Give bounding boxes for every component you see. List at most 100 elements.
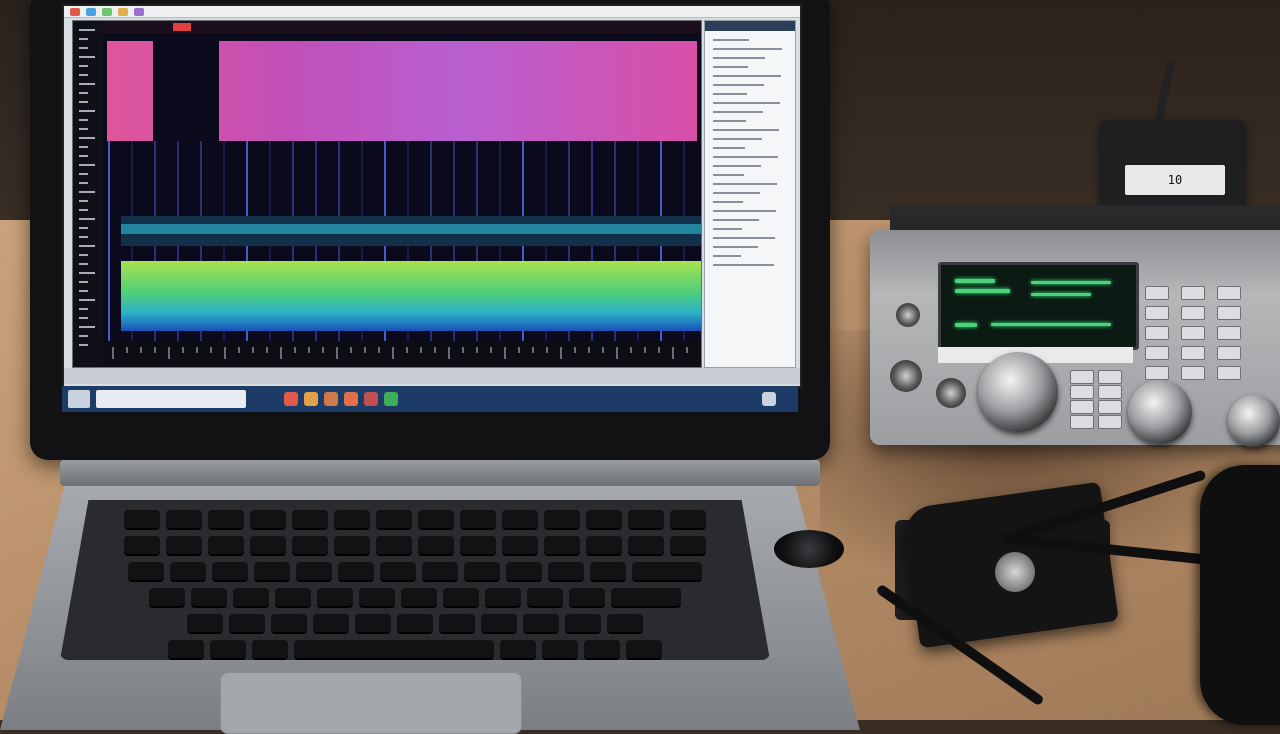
keyboard-key[interactable] <box>502 536 538 556</box>
keyboard-key[interactable] <box>149 588 185 608</box>
radio-button[interactable] <box>1181 366 1205 380</box>
keyboard-key[interactable] <box>443 588 479 608</box>
keyboard-key[interactable] <box>376 536 412 556</box>
keyboard-key[interactable] <box>439 614 475 634</box>
keyboard-key[interactable] <box>212 562 248 582</box>
keyboard-key[interactable] <box>359 588 395 608</box>
radio-button[interactable] <box>1098 385 1122 399</box>
keyboard-key[interactable] <box>464 562 500 582</box>
keyboard-key[interactable] <box>626 640 662 660</box>
keyboard-key[interactable] <box>170 562 206 582</box>
touchpad[interactable] <box>220 672 522 734</box>
keyboard-key[interactable] <box>418 510 454 530</box>
taskbar-search-field[interactable] <box>96 390 246 408</box>
keyboard-key[interactable] <box>191 588 227 608</box>
taskbar-app-icon[interactable] <box>304 392 318 406</box>
keyboard-key[interactable] <box>397 614 433 634</box>
settings-side-panel[interactable] <box>704 20 796 368</box>
radio-button[interactable] <box>1070 370 1094 384</box>
radio-button[interactable] <box>1217 306 1241 320</box>
keyboard-key[interactable] <box>569 588 605 608</box>
keyboard-key[interactable] <box>523 614 559 634</box>
keyboard-key[interactable] <box>294 640 494 660</box>
main-tuning-knob[interactable] <box>978 352 1058 432</box>
radio-button[interactable] <box>1145 346 1169 360</box>
keyboard-key[interactable] <box>628 510 664 530</box>
keyboard-key[interactable] <box>271 614 307 634</box>
keyboard[interactable] <box>60 500 770 660</box>
keyboard-key[interactable] <box>168 640 204 660</box>
keyboard-key[interactable] <box>542 640 578 660</box>
radio-button[interactable] <box>1181 306 1205 320</box>
keyboard-key[interactable] <box>670 510 706 530</box>
system-tray-icon[interactable] <box>762 392 776 406</box>
small-control-knob[interactable] <box>896 303 920 327</box>
keyboard-key[interactable] <box>418 536 454 556</box>
keyboard-key[interactable] <box>334 536 370 556</box>
headphones[interactable] <box>1200 465 1280 725</box>
keyboard-key[interactable] <box>313 614 349 634</box>
radio-button[interactable] <box>1145 306 1169 320</box>
keyboard-key[interactable] <box>548 562 584 582</box>
keyboard-key[interactable] <box>502 510 538 530</box>
start-button[interactable] <box>68 390 90 408</box>
toolbar-icon[interactable] <box>86 8 96 16</box>
radio-button[interactable] <box>1145 366 1169 380</box>
volume-knob[interactable] <box>774 530 844 568</box>
keyboard-key[interactable] <box>229 614 265 634</box>
radio-button[interactable] <box>1217 346 1241 360</box>
keyboard-key[interactable] <box>607 614 643 634</box>
keyboard-key[interactable] <box>460 536 496 556</box>
radio-button[interactable] <box>1217 326 1241 340</box>
keyboard-key[interactable] <box>254 562 290 582</box>
radio-button[interactable] <box>1070 385 1094 399</box>
keyboard-key[interactable] <box>355 614 391 634</box>
keyboard-key[interactable] <box>485 588 521 608</box>
keyboard-key[interactable] <box>292 536 328 556</box>
radio-button[interactable] <box>1181 326 1205 340</box>
taskbar-app-icon[interactable] <box>284 392 298 406</box>
keyboard-key[interactable] <box>252 640 288 660</box>
radio-button[interactable] <box>1181 286 1205 300</box>
keyboard-key[interactable] <box>586 510 622 530</box>
keyboard-key[interactable] <box>632 562 702 582</box>
radio-button[interactable] <box>1145 326 1169 340</box>
radio-button[interactable] <box>1098 415 1122 429</box>
keyboard-key[interactable] <box>376 510 412 530</box>
keyboard-key[interactable] <box>124 536 160 556</box>
sdr-waterfall-window[interactable] <box>72 20 702 368</box>
keyboard-key[interactable] <box>233 588 269 608</box>
waterfall-display[interactable] <box>103 21 701 367</box>
taskbar-app-icon[interactable] <box>384 392 398 406</box>
secondary-knob[interactable] <box>1128 380 1192 444</box>
keyboard-key[interactable] <box>460 510 496 530</box>
keyboard-key[interactable] <box>481 614 517 634</box>
keyboard-key[interactable] <box>208 536 244 556</box>
keyboard-key[interactable] <box>128 562 164 582</box>
keyboard-key[interactable] <box>544 536 580 556</box>
keyboard-key[interactable] <box>317 588 353 608</box>
keyboard-key[interactable] <box>296 562 332 582</box>
keyboard-key[interactable] <box>166 536 202 556</box>
keyboard-key[interactable] <box>422 562 458 582</box>
radio-button[interactable] <box>1098 400 1122 414</box>
keyboard-key[interactable] <box>544 510 580 530</box>
radio-button[interactable] <box>1181 346 1205 360</box>
small-control-knob[interactable] <box>890 360 922 392</box>
keyboard-key[interactable] <box>586 536 622 556</box>
keyboard-key[interactable] <box>187 614 223 634</box>
keyboard-key[interactable] <box>380 562 416 582</box>
keyboard-key[interactable] <box>250 536 286 556</box>
taskbar-app-icon[interactable] <box>324 392 338 406</box>
keyboard-key[interactable] <box>166 510 202 530</box>
radio-button[interactable] <box>1070 400 1094 414</box>
keyboard-key[interactable] <box>401 588 437 608</box>
toolbar-icon[interactable] <box>118 8 128 16</box>
keyboard-key[interactable] <box>292 510 328 530</box>
keyboard-key[interactable] <box>527 588 563 608</box>
radio-button[interactable] <box>1145 286 1169 300</box>
small-control-knob[interactable] <box>936 378 966 408</box>
keyboard-key[interactable] <box>565 614 601 634</box>
toolbar-icon[interactable] <box>134 8 144 16</box>
radio-button[interactable] <box>1217 286 1241 300</box>
